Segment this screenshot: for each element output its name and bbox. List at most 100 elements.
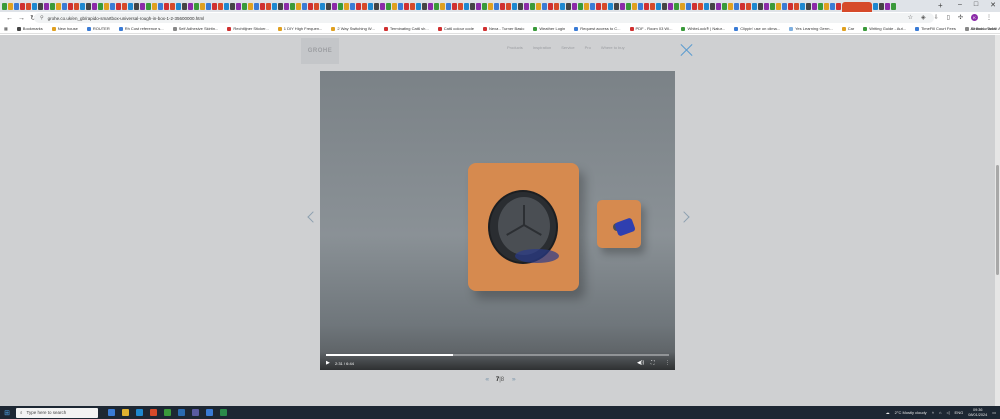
address-bar[interactable]: ⚲ grohe.co.uk/en_gb/rapido-smartbox-univ… <box>34 13 934 23</box>
site-nav-item[interactable]: Pro <box>585 45 591 50</box>
browser-tab[interactable] <box>368 2 373 10</box>
browser-tab[interactable] <box>320 2 325 10</box>
browser-tab[interactable] <box>26 2 31 10</box>
minimize-button[interactable]: – <box>958 1 962 9</box>
browser-tab[interactable] <box>428 2 433 10</box>
browser-tab[interactable] <box>482 2 487 10</box>
browser-tab[interactable] <box>14 2 19 10</box>
browser-tab[interactable] <box>290 2 295 10</box>
browser-tab[interactable] <box>734 2 739 10</box>
browser-tab[interactable] <box>218 2 223 10</box>
chrome-icon[interactable] <box>150 409 157 416</box>
browser-tab[interactable] <box>464 2 469 10</box>
browser-tab[interactable] <box>2 2 7 10</box>
browser-tab[interactable] <box>380 2 385 10</box>
browser-tab[interactable] <box>332 2 337 10</box>
browser-tab[interactable] <box>602 2 607 10</box>
browser-tab[interactable] <box>224 2 229 10</box>
fullscreen-icon[interactable]: ⛶ <box>651 360 655 366</box>
tray-overflow-icon[interactable]: ˄ <box>932 410 934 415</box>
browser-tab[interactable] <box>506 2 511 10</box>
browser-tab[interactable] <box>470 2 475 10</box>
menu-icon[interactable]: ⋮ <box>986 14 992 21</box>
browser-tab[interactable] <box>164 2 169 10</box>
browser-tab[interactable] <box>248 2 253 10</box>
browser-tab[interactable] <box>236 2 241 10</box>
browser-tab[interactable] <box>524 2 529 10</box>
browser-tab[interactable] <box>818 2 823 10</box>
browser-tab[interactable] <box>578 2 583 10</box>
site-info-icon[interactable]: ⚲ <box>40 15 44 21</box>
browser-tab[interactable] <box>68 2 73 10</box>
browser-tab[interactable] <box>56 2 61 10</box>
more-options-icon[interactable]: ⋮ <box>665 360 670 366</box>
extension-icon[interactable]: ◈ <box>921 14 926 21</box>
browser-tab[interactable] <box>8 2 13 10</box>
browser-tab[interactable] <box>710 2 715 10</box>
browser-tab[interactable] <box>596 2 601 10</box>
browser-tab[interactable] <box>404 2 409 10</box>
browser-tab[interactable] <box>176 2 181 10</box>
browser-tab[interactable] <box>584 2 589 10</box>
back-icon[interactable]: ← <box>6 15 13 22</box>
taskbar-search-placeholder[interactable]: Type here to search <box>27 410 67 415</box>
browser-tab[interactable] <box>680 2 685 10</box>
windows-start-icon[interactable]: ⊞ <box>2 409 12 417</box>
browser-tab[interactable] <box>885 2 890 10</box>
browser-tab[interactable] <box>530 2 535 10</box>
browser-tab[interactable] <box>314 2 319 10</box>
browser-tab[interactable] <box>692 2 697 10</box>
pager-prev-icon[interactable]: ‹‹‹ <box>485 377 489 383</box>
browser-tab[interactable] <box>188 2 193 10</box>
bookmark-item[interactable]: Writing Guide - Aut... <box>863 26 906 31</box>
language-indicator[interactable]: ENG <box>955 410 964 415</box>
browser-tab[interactable] <box>758 2 763 10</box>
close-lightbox-icon[interactable] <box>680 43 694 57</box>
browser-tab[interactable] <box>422 2 427 10</box>
browser-tab[interactable] <box>740 2 745 10</box>
taskbar-search[interactable]: ⌕ Type here to search <box>16 407 98 418</box>
notifications-icon[interactable]: ▭ <box>992 410 996 415</box>
browser-tab[interactable] <box>536 2 541 10</box>
outlook-icon[interactable] <box>178 409 185 416</box>
maximize-button[interactable]: □ <box>974 1 978 9</box>
forward-icon[interactable]: → <box>18 15 25 22</box>
browser-tab[interactable] <box>110 2 115 10</box>
video-progress-bar[interactable] <box>326 354 669 356</box>
browser-tab[interactable] <box>434 2 439 10</box>
extensions-puzzle-icon[interactable]: ✣ <box>958 14 963 21</box>
apps-icon[interactable]: ▦ <box>4 26 8 31</box>
bookmark-item[interactable]: Self Adhesive Skirtin... <box>172 26 218 31</box>
browser-tab[interactable] <box>716 2 721 10</box>
browser-tab[interactable] <box>662 2 667 10</box>
bookmark-item[interactable]: New house <box>51 26 78 31</box>
browser-tab[interactable] <box>656 2 661 10</box>
scrollbar-thumb[interactable] <box>996 165 999 275</box>
bookmark-item[interactable]: Clippin' use on clima... <box>734 26 780 31</box>
browser-tab[interactable] <box>668 2 673 10</box>
downloads-icon[interactable]: ⇩ <box>934 14 939 21</box>
browser-tab[interactable] <box>446 2 451 10</box>
browser-tab[interactable] <box>62 2 67 10</box>
browser-tab[interactable] <box>272 2 277 10</box>
weather-text[interactable]: 2°C Mostly cloudy <box>895 410 927 415</box>
bookmark-item[interactable]: Terminating Cat6 sh... <box>383 26 429 31</box>
browser-tab[interactable] <box>74 2 79 10</box>
side-panel-icon[interactable]: ▯ <box>947 14 950 21</box>
browser-tab[interactable] <box>308 2 313 10</box>
browser-tab[interactable] <box>338 2 343 10</box>
bookmark-item[interactable]: 2 Way Switching W... <box>331 26 375 31</box>
volume-tray-icon[interactable]: ◁ <box>946 410 949 415</box>
browser-tab[interactable] <box>806 2 811 10</box>
browser-tab[interactable] <box>752 2 757 10</box>
video-player[interactable]: ▶ 2:31 / 6:44 ◀)) ⛶ ⋮ <box>320 71 675 370</box>
browser-tab[interactable] <box>278 2 283 10</box>
browser-tab[interactable] <box>374 2 379 10</box>
browser-tab[interactable] <box>386 2 391 10</box>
pager-next-icon[interactable]: ››› <box>512 377 516 383</box>
browser-tab[interactable] <box>812 2 817 10</box>
browser-tab[interactable] <box>362 2 367 10</box>
browser-tab[interactable] <box>452 2 457 10</box>
browser-tab[interactable] <box>344 2 349 10</box>
browser-tab[interactable] <box>614 2 619 10</box>
